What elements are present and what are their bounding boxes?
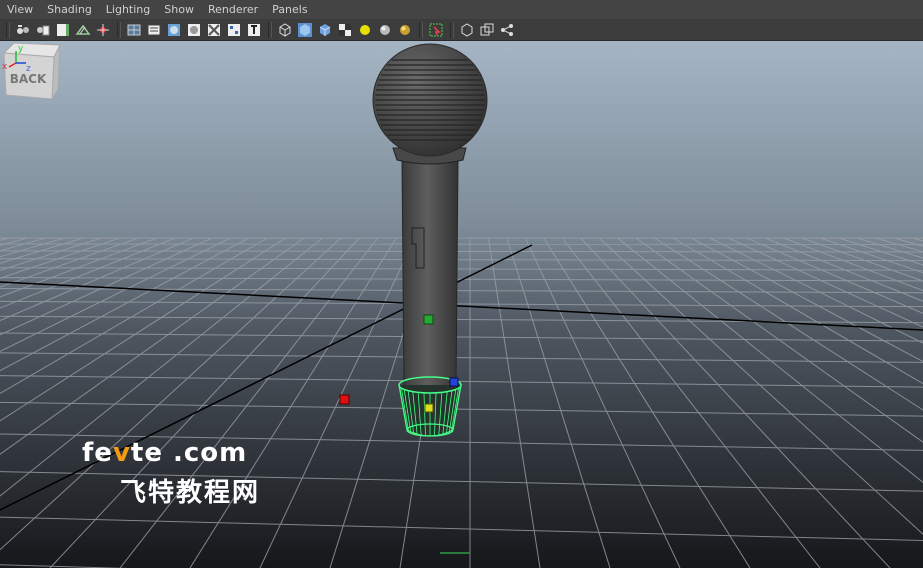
menu-show[interactable]: Show — [157, 0, 201, 19]
axis-gizmo: y x z — [2, 44, 31, 74]
menu-panels[interactable]: Panels — [265, 0, 314, 19]
maya-viewport-panel: View Shading Lighting Show Renderer Pane… — [0, 0, 923, 568]
share-icon[interactable] — [499, 22, 515, 38]
toolbar-separator — [450, 21, 454, 38]
isolate-select-icon[interactable] — [397, 22, 413, 38]
show-all-icon[interactable] — [428, 22, 444, 38]
bounding-box-icon[interactable] — [317, 22, 333, 38]
image-plane-icon[interactable] — [55, 22, 71, 38]
watermark-site-prefix: fe — [82, 438, 113, 468]
select-camera-icon[interactable] — [95, 22, 111, 38]
wireframe-icon[interactable] — [246, 22, 262, 38]
menu-view[interactable]: View — [0, 0, 40, 19]
watermark-site: fevte .com — [82, 438, 247, 468]
camera-attributes-icon[interactable] — [15, 22, 31, 38]
axis-label-z: z — [26, 64, 31, 74]
axis-label-x: x — [2, 62, 8, 72]
bookmark-icon[interactable] — [35, 22, 51, 38]
panel-menu-bar: View Shading Lighting Show Renderer Pane… — [0, 0, 923, 19]
sets-icon[interactable] — [459, 22, 475, 38]
watermark-site-suffix: te .com — [130, 438, 248, 468]
graph-icon[interactable] — [479, 22, 495, 38]
axis-label-y: y — [18, 44, 24, 54]
panel-toolbar — [0, 19, 923, 41]
wireframe-on-shaded-icon[interactable] — [126, 22, 142, 38]
textured-icon[interactable] — [206, 22, 222, 38]
toolbar-separator — [268, 21, 272, 38]
smooth-shade-icon[interactable] — [277, 22, 293, 38]
menu-lighting[interactable]: Lighting — [99, 0, 157, 19]
watermark-site-cn: 飞特教程网 — [120, 478, 261, 508]
menu-renderer[interactable]: Renderer — [201, 0, 265, 19]
default-material-icon[interactable] — [186, 22, 202, 38]
ambient-occlusion-icon[interactable] — [357, 22, 373, 38]
smooth-shade-all-icon[interactable] — [146, 22, 162, 38]
menu-shading[interactable]: Shading — [40, 0, 99, 19]
manipulator-z-handle[interactable] — [449, 377, 459, 387]
manipulator-y-handle[interactable] — [423, 314, 434, 325]
grid-icon[interactable] — [75, 22, 91, 38]
toolbar-separator — [419, 21, 423, 38]
manipulator-x-handle[interactable] — [339, 394, 350, 405]
manipulator-center-handle[interactable] — [424, 403, 434, 413]
point-light-icon[interactable] — [337, 22, 353, 38]
toolbar-separator — [117, 21, 121, 38]
xray-icon[interactable] — [166, 22, 182, 38]
watermark-site-accent: v — [112, 438, 131, 468]
use-all-lights-icon[interactable] — [226, 22, 242, 38]
toolbar-separator — [6, 21, 10, 38]
flat-shade-icon[interactable] — [297, 22, 313, 38]
microphone-handle — [401, 159, 459, 391]
shadows-icon[interactable] — [377, 22, 393, 38]
